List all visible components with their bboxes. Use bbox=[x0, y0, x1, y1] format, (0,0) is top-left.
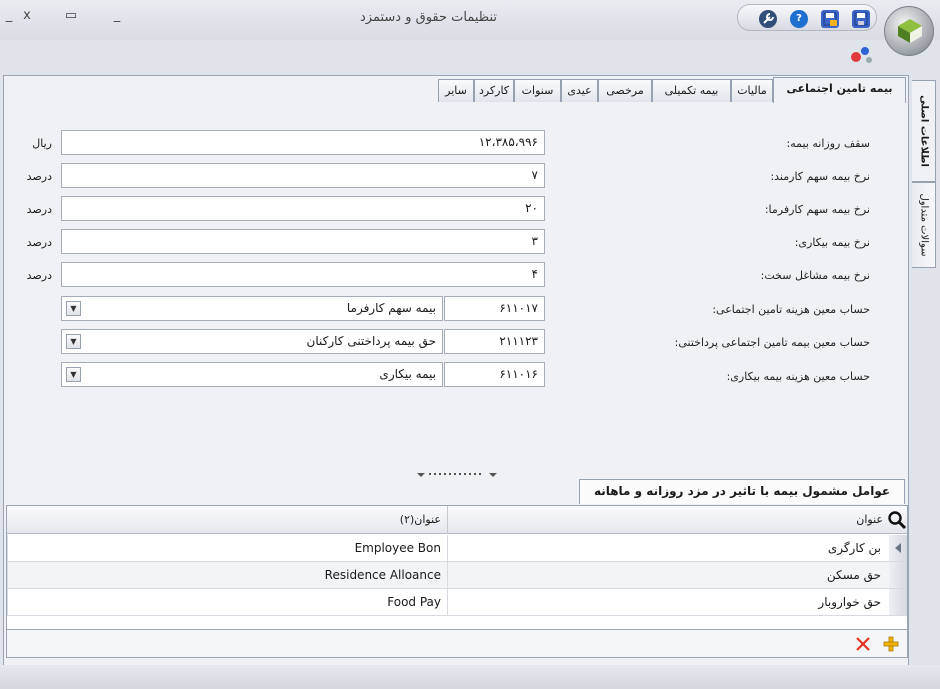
restore-button[interactable]: ▭ bbox=[62, 8, 80, 23]
employee-share-rate-input[interactable]: ۷ bbox=[61, 163, 545, 188]
current-row-icon bbox=[895, 543, 901, 553]
chevron-down-icon[interactable]: ▼ bbox=[66, 301, 81, 316]
tab-tax[interactable]: مالیات bbox=[731, 79, 773, 102]
splitter-handle[interactable] bbox=[5, 472, 907, 478]
wrench-icon[interactable] bbox=[759, 10, 777, 28]
tab-social-insurance[interactable]: بیمه تامین اجتماعی bbox=[773, 77, 906, 103]
row-title2: Employee Bon bbox=[7, 535, 447, 561]
search-icon[interactable] bbox=[887, 510, 907, 530]
tab-supplementary-insurance[interactable]: بیمه تکمیلی bbox=[652, 79, 731, 102]
unemployment-expense-account-select[interactable]: بیمه بیکاری ▼ bbox=[61, 362, 443, 387]
quick-access-toolbar: ? bbox=[737, 4, 877, 31]
employer-share-rate-input[interactable]: ۲۰ bbox=[61, 196, 545, 221]
row-title2: Food Pay bbox=[7, 589, 447, 615]
row-selector[interactable] bbox=[889, 562, 907, 588]
hard-jobs-rate-input[interactable]: ۴ bbox=[61, 262, 545, 287]
add-row-icon[interactable] bbox=[881, 634, 901, 654]
insurance-expense-account-label: حساب معین هزینه تامین اجتماعی: bbox=[712, 303, 870, 316]
percent-unit: درصد bbox=[26, 269, 52, 282]
percent-unit: درصد bbox=[26, 236, 52, 249]
side-tab-faq[interactable]: سوالات متداول bbox=[912, 182, 936, 268]
tab-other[interactable]: سایر bbox=[438, 79, 474, 102]
grid-footer bbox=[6, 630, 908, 658]
insurance-payable-account-code[interactable]: ۲۱۱۱۲۳ bbox=[444, 329, 545, 354]
daily-insurance-cap-input[interactable]: ۱۲،۳۸۵،۹۹۶ bbox=[61, 130, 545, 155]
unemployment-expense-account-code[interactable]: ۶۱۱۰۱۶ bbox=[444, 362, 545, 387]
tab-bonus[interactable]: عیدی bbox=[561, 79, 598, 102]
column-header-title[interactable]: عنوان bbox=[447, 506, 889, 534]
column-header-title2[interactable]: عنوان(۲) bbox=[7, 506, 447, 534]
unemployment-rate-input[interactable]: ۳ bbox=[61, 229, 545, 254]
save-icon[interactable] bbox=[852, 10, 870, 28]
currency-unit: ریال bbox=[32, 137, 52, 150]
insurance-expense-account-select[interactable]: بیمه سهم کارفرما ▼ bbox=[61, 296, 443, 321]
help-icon[interactable]: ? bbox=[790, 10, 808, 28]
close-button[interactable]: x bbox=[18, 8, 36, 23]
chevron-down-icon[interactable]: ▼ bbox=[66, 367, 81, 382]
partial-control: _ bbox=[5, 8, 13, 23]
unemployment-rate-label: نرخ بیمه بیکاری: bbox=[794, 236, 870, 249]
tab-insurable-factors[interactable]: عوامل مشمول بیمه با تاثیر در مزد روزانه … bbox=[579, 479, 905, 504]
tab-attendance[interactable]: کارکرد bbox=[474, 79, 514, 102]
table-row[interactable]: Residence Alloance حق مسکن bbox=[7, 562, 907, 589]
table-row[interactable]: Employee Bon بن کارگری bbox=[7, 535, 907, 562]
row-title: بن کارگری bbox=[447, 535, 889, 561]
selected-account-name: بیمه بیکاری bbox=[379, 367, 436, 381]
row-selector[interactable] bbox=[889, 589, 907, 615]
percent-unit: درصد bbox=[26, 203, 52, 216]
row-title: حق مسکن bbox=[447, 562, 889, 588]
insurable-factors-grid: عنوان عنوان(۲) Employee Bon بن کارگری Re… bbox=[6, 505, 908, 630]
window-title: تنظیمات حقوق و دستمزد bbox=[360, 10, 498, 25]
application-menu-orb[interactable] bbox=[884, 6, 934, 56]
insurance-payable-account-select[interactable]: حق بیمه پرداختنی کارکنان ▼ bbox=[61, 329, 443, 354]
daily-insurance-cap-label: سقف روزانه بیمه: bbox=[786, 137, 870, 150]
row-selector[interactable] bbox=[889, 535, 907, 561]
title-bar: _ x ▭ _ تنظیمات حقوق و دستمزد ? bbox=[0, 0, 940, 56]
side-tab-label: سوالات متداول bbox=[918, 193, 929, 257]
grid-header: عنوان عنوان(۲) bbox=[7, 506, 907, 534]
selected-account-name: بیمه سهم کارفرما bbox=[346, 301, 436, 315]
tab-leave[interactable]: مرخصی bbox=[598, 79, 652, 102]
unemployment-expense-account-label: حساب معین هزینه بیمه بیکاری: bbox=[726, 370, 870, 383]
insurance-payable-account-label: حساب معین بیمه تامین اجتماعی پرداختنی: bbox=[674, 336, 870, 349]
tab-strip: بیمه تامین اجتماعی مالیات بیمه تکمیلی مر… bbox=[0, 77, 940, 103]
save-as-icon[interactable] bbox=[821, 10, 839, 28]
tab-seniority[interactable]: سنوات bbox=[514, 79, 561, 102]
row-title: حق خواروبار bbox=[447, 589, 889, 615]
row-title2: Residence Alloance bbox=[7, 562, 447, 588]
percent-unit: درصد bbox=[26, 170, 52, 183]
employee-share-rate-label: نرخ بیمه سهم کارمند: bbox=[770, 170, 870, 183]
chevron-down-icon[interactable]: ▼ bbox=[66, 334, 81, 349]
side-tab-label: اطلاعات اصلی bbox=[918, 95, 929, 167]
employer-share-rate-label: نرخ بیمه سهم کارفرما: bbox=[764, 203, 870, 216]
theme-balls-icon[interactable] bbox=[850, 43, 874, 67]
status-bar bbox=[0, 665, 940, 689]
delete-row-icon[interactable] bbox=[853, 634, 873, 654]
app-logo-icon bbox=[898, 19, 922, 43]
insurance-expense-account-code[interactable]: ۶۱۱۰۱۷ bbox=[444, 296, 545, 321]
minimize-button[interactable]: _ bbox=[108, 8, 126, 23]
table-row[interactable]: Food Pay حق خواروبار bbox=[7, 589, 907, 616]
selected-account-name: حق بیمه پرداختنی کارکنان bbox=[306, 334, 436, 348]
hard-jobs-rate-label: نرخ بیمه مشاغل سخت: bbox=[760, 269, 870, 282]
